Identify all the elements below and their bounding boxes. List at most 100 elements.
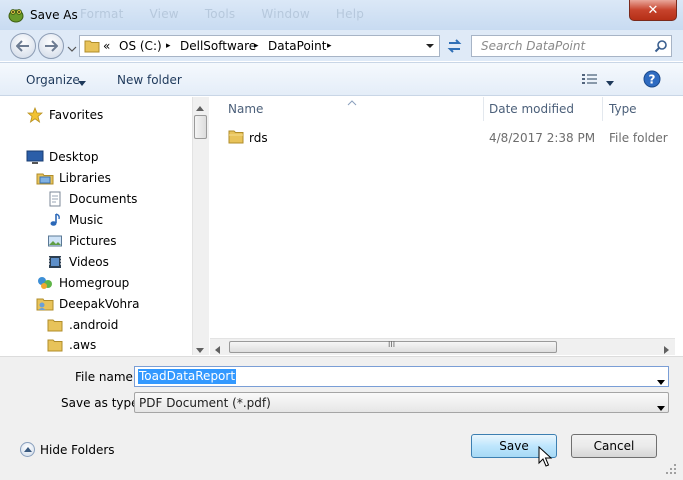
breadcrumb-separator[interactable]: ▸	[327, 41, 332, 51]
nav-item-desktop[interactable]: Desktop	[26, 147, 99, 167]
savetype-value: PDF Document (*.pdf)	[139, 396, 271, 410]
nav-item-label: Libraries	[59, 171, 111, 185]
nav-item-aws[interactable]: .aws	[46, 336, 96, 354]
background-menu-item: Help	[335, 7, 365, 21]
search-placeholder: Search DataPoint	[481, 39, 586, 53]
table-row[interactable]	[212, 124, 674, 150]
chevron-down-icon	[426, 44, 434, 48]
address-dropdown[interactable]	[423, 39, 437, 53]
homegroup-icon	[36, 275, 54, 291]
background-menu-item: View	[149, 7, 179, 21]
user-folder-icon	[36, 296, 54, 312]
background-menu-item: Window	[261, 7, 310, 21]
scroll-down-icon[interactable]	[196, 343, 204, 357]
back-arrow-icon	[16, 40, 29, 52]
resize-grip-icon[interactable]	[664, 462, 678, 476]
search-icon[interactable]	[654, 39, 668, 56]
nav-item-label: Music	[69, 213, 104, 227]
nav-item-favorites[interactable]: Favorites	[26, 105, 103, 125]
nav-item-music[interactable]: Music	[46, 210, 103, 230]
column-header-name[interactable]: Name	[228, 102, 263, 116]
hide-folders-toggle[interactable]	[20, 442, 35, 457]
window-title: Save As	[30, 8, 78, 22]
background-menu-item: Format	[80, 7, 124, 21]
file-name-cell[interactable]: rds	[249, 131, 268, 145]
refresh-icon	[447, 39, 462, 53]
chevron-down-icon	[657, 406, 665, 411]
help-icon: ?	[643, 70, 661, 88]
star-icon	[26, 107, 44, 123]
view-dropdown[interactable]	[606, 76, 614, 86]
breadcrumb-item[interactable]: DellSoftware	[180, 39, 256, 53]
pictures-icon	[46, 233, 64, 249]
help-button[interactable]: ?	[643, 70, 661, 91]
sort-indicator-icon	[347, 95, 357, 109]
forward-arrow-icon	[45, 40, 58, 52]
forward-button[interactable]	[38, 33, 64, 59]
breadcrumb-separator[interactable]: ▸	[254, 41, 259, 51]
column-divider[interactable]	[602, 97, 603, 121]
nav-item-label: Homegroup	[59, 276, 130, 290]
breadcrumb-chevron[interactable]: «	[103, 39, 110, 53]
breadcrumb-item[interactable]: OS (C:)	[119, 39, 162, 53]
cancel-button[interactable]: Cancel	[571, 434, 657, 458]
nav-item-label: .aws	[69, 338, 97, 352]
folder-icon	[46, 317, 64, 333]
savetype-label: Save as type:	[61, 396, 143, 410]
nav-item-libraries[interactable]: Libraries	[36, 168, 111, 188]
nav-item-label: Desktop	[49, 150, 99, 164]
back-button[interactable]	[10, 33, 36, 59]
new-folder-button[interactable]: New folder	[117, 73, 182, 87]
nav-item-homegroup[interactable]: Homegroup	[36, 273, 129, 293]
nav-item-android[interactable]: .android	[46, 315, 118, 335]
toad-app-icon	[7, 6, 25, 24]
recent-locations-dropdown[interactable]	[67, 42, 77, 52]
music-icon	[46, 212, 64, 228]
nav-item-label: DeepakVohra	[59, 297, 140, 311]
nav-item-label: Pictures	[69, 234, 117, 248]
folder-icon	[46, 337, 64, 353]
background-menu: Format View Tools Window Help	[80, 7, 386, 21]
scroll-grip: III	[388, 340, 396, 349]
svg-text:?: ?	[649, 73, 656, 87]
chevron-down-icon	[657, 380, 665, 385]
scroll-up-icon[interactable]	[196, 101, 204, 115]
nav-item-deepakvohra[interactable]: DeepakVohra	[36, 294, 139, 314]
nav-item-videos[interactable]: Videos	[46, 252, 109, 272]
breadcrumb-item[interactable]: DataPoint	[268, 39, 326, 53]
nav-item-pictures[interactable]: Pictures	[46, 231, 117, 251]
organize-button[interactable]: Organize	[26, 73, 80, 87]
nav-scroll-thumb[interactable]	[194, 115, 207, 139]
view-list-icon	[582, 74, 597, 84]
folder-icon	[228, 129, 244, 147]
chevron-up-icon	[23, 446, 32, 452]
libraries-icon	[36, 170, 54, 186]
mouse-cursor-icon	[538, 445, 554, 468]
chevron-down-icon	[78, 76, 86, 86]
chevron-down-icon	[67, 46, 77, 52]
folder-icon	[84, 39, 100, 56]
file-date-cell: 4/8/2017 2:38 PM	[489, 131, 596, 145]
hide-folders-button[interactable]: Hide Folders	[40, 443, 115, 457]
scroll-right-icon[interactable]	[664, 343, 670, 357]
filename-value[interactable]: ToadDataReport	[138, 369, 237, 384]
nav-item-label: Documents	[69, 192, 138, 206]
column-divider[interactable]	[483, 97, 484, 121]
breadcrumb-separator[interactable]: ▸	[166, 41, 171, 51]
nav-item-documents[interactable]: Documents	[46, 189, 137, 209]
column-header-type[interactable]: Type	[609, 102, 637, 116]
nav-item-label: .android	[69, 318, 119, 332]
column-header-date[interactable]: Date modified	[489, 102, 574, 116]
chevron-down-icon	[606, 81, 614, 86]
close-button[interactable]: ✕	[629, 0, 677, 21]
scroll-left-icon[interactable]	[215, 343, 221, 357]
file-type-cell: File folder	[609, 131, 668, 145]
filename-label: File name:	[75, 370, 137, 384]
nav-item-label: Videos	[69, 255, 109, 269]
filename-dropdown[interactable]	[657, 374, 665, 385]
videos-icon	[46, 254, 64, 270]
background-menu-item: Tools	[204, 7, 236, 21]
view-options-button[interactable]	[582, 73, 598, 88]
savetype-dropdown[interactable]	[657, 400, 665, 411]
refresh-button[interactable]	[443, 35, 466, 57]
